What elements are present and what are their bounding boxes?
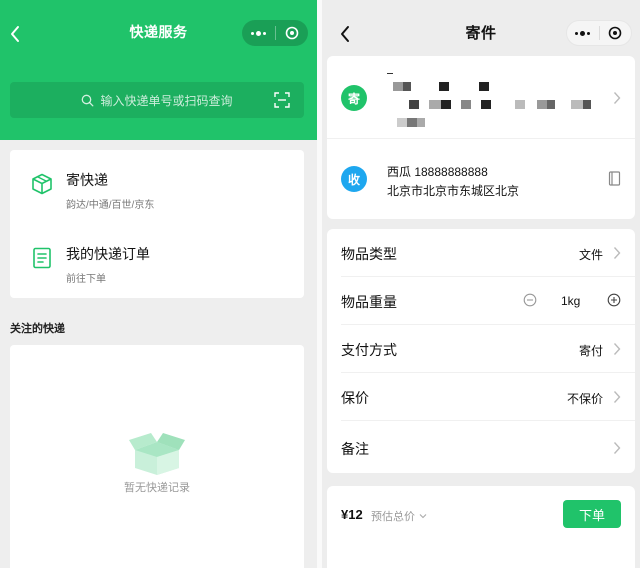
navigation-bar: 寄件 xyxy=(322,0,640,56)
chevron-down-icon xyxy=(419,514,427,519)
payment-method-value: 寄付 xyxy=(578,344,603,358)
service-title: 我的快递订单 xyxy=(66,246,150,262)
place-order-button[interactable]: 下单 xyxy=(563,500,621,528)
receiver-address-row[interactable]: 收 西瓜 18888888888 北京市北京市东城区北京 xyxy=(327,139,635,219)
sender-address-row[interactable]: 寄 xyxy=(327,56,635,136)
price-detail-toggle[interactable]: 预估总价 xyxy=(371,508,427,524)
increase-weight-icon[interactable] xyxy=(607,293,621,307)
item-weight-label: 物品重量 xyxy=(341,294,397,310)
sender-badge: 寄 xyxy=(341,85,367,111)
estimate-label: 预估总价 xyxy=(371,511,415,523)
target-close-icon xyxy=(608,26,622,40)
item-type-row[interactable]: 物品类型 文件 xyxy=(327,229,635,276)
empty-state-text: 暂无快递记录 xyxy=(124,482,190,494)
estimated-price: ¥12 xyxy=(341,507,363,522)
service-subtitle: 前往下单 xyxy=(66,274,106,285)
service-card: 寄快递 韵达/中通/百世/京东 我的快递订单 前往下单 xyxy=(10,150,304,298)
payment-method-label: 支付方式 xyxy=(341,342,397,358)
divider xyxy=(341,420,635,421)
insurance-label: 保价 xyxy=(341,390,369,406)
close-mini-program-button[interactable] xyxy=(599,20,631,46)
blurred-sender-info xyxy=(387,70,617,130)
send-express-entry[interactable]: 寄快递 韵达/中通/百世/京东 xyxy=(30,170,154,211)
decrease-weight-icon[interactable] xyxy=(523,293,537,307)
remarks-row[interactable]: 备注 xyxy=(327,424,635,471)
more-menu-button[interactable] xyxy=(567,20,599,46)
order-list-icon xyxy=(33,247,51,269)
insurance-row[interactable]: 保价 不保价 xyxy=(327,373,635,420)
chevron-right-icon xyxy=(613,343,621,355)
tracking-search-input[interactable]: 输入快递单号或扫码查询 xyxy=(10,82,304,118)
insurance-value: 不保价 xyxy=(566,392,603,406)
checkout-bar: ¥12 预估总价 下单 xyxy=(327,486,635,568)
express-service-screen: 快递服务 输入快递单号或扫码查询 寄快递 韵达/中通/百世/京东 我的快递订单 … xyxy=(0,0,317,568)
chevron-right-icon xyxy=(613,391,621,403)
send-package-screen: 寄件 寄 收 西瓜 18888888888 北京市北京市东城区北京 物品类型 文… xyxy=(322,0,640,568)
chevron-right-icon xyxy=(613,92,621,104)
item-type-value: 文件 xyxy=(578,248,603,262)
address-book-icon[interactable] xyxy=(608,171,621,186)
mini-program-capsule xyxy=(242,20,308,46)
package-icon xyxy=(32,173,52,195)
more-menu-button[interactable] xyxy=(242,20,275,46)
scan-icon[interactable] xyxy=(274,92,290,108)
service-subtitle: 韵达/中通/百世/京东 xyxy=(66,200,155,211)
empty-box-icon xyxy=(129,433,185,475)
receiver-address: 北京市北京市东城区北京 xyxy=(387,184,520,198)
screenshot-root: 快递服务 输入快递单号或扫码查询 寄快递 韵达/中通/百世/京东 我的快递订单 … xyxy=(0,0,640,568)
target-close-icon xyxy=(285,26,299,40)
more-dots-icon xyxy=(575,30,591,36)
item-weight-row: 物品重量 1kg xyxy=(327,277,635,324)
followed-express-list: 暂无快递记录 xyxy=(10,345,304,568)
remarks-label: 备注 xyxy=(341,441,369,457)
item-weight-value: 1kg xyxy=(561,294,581,308)
search-icon xyxy=(82,94,94,106)
followed-express-heading: 关注的快递 xyxy=(10,323,65,335)
green-header: 快递服务 输入快递单号或扫码查询 xyxy=(0,0,317,140)
address-card: 寄 收 西瓜 18888888888 北京市北京市东城区北京 xyxy=(327,56,635,219)
more-dots-icon xyxy=(250,30,266,36)
close-mini-program-button[interactable] xyxy=(275,20,308,46)
chevron-right-icon xyxy=(613,442,621,454)
mini-program-capsule xyxy=(566,20,632,46)
item-type-label: 物品类型 xyxy=(341,246,397,262)
my-orders-entry[interactable]: 我的快递订单 前往下单 xyxy=(30,244,150,285)
receiver-badge: 收 xyxy=(341,166,367,192)
search-placeholder: 输入快递单号或扫码查询 xyxy=(100,93,233,108)
chevron-right-icon xyxy=(613,247,621,259)
service-title: 寄快递 xyxy=(66,172,108,188)
receiver-name-phone: 西瓜 18888888888 xyxy=(387,165,488,179)
package-options-card: 物品类型 文件 物品重量 1kg 支付方式 寄付 保价 不保价 备注 xyxy=(327,229,635,473)
payment-method-row[interactable]: 支付方式 寄付 xyxy=(327,325,635,372)
